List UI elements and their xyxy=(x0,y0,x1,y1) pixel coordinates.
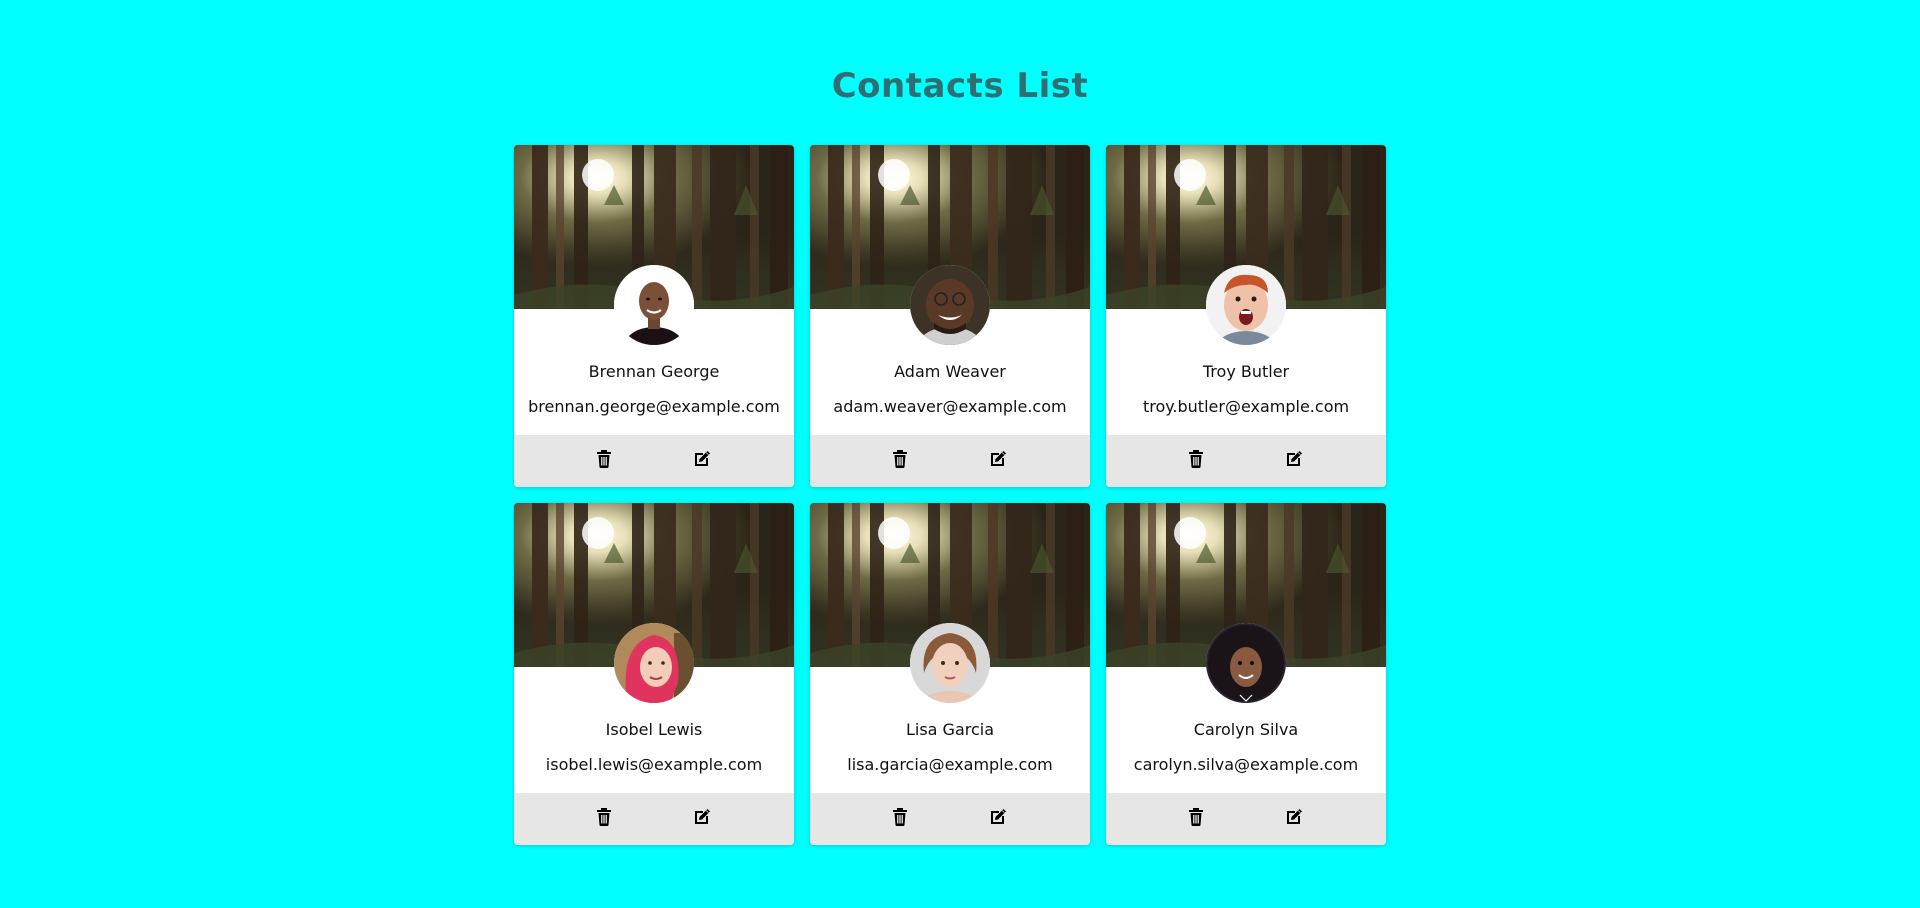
contact-email: isobel.lewis@example.com xyxy=(545,755,763,774)
contact-email: carolyn.silva@example.com xyxy=(1133,755,1359,774)
edit-contact-button[interactable] xyxy=(690,449,714,473)
contact-email: adam.weaver@example.com xyxy=(833,397,1067,416)
delete-contact-button[interactable] xyxy=(592,807,616,831)
man-redhair-avatar xyxy=(1206,265,1286,345)
contact-email: lisa.garcia@example.com xyxy=(847,755,1053,774)
contact-name: Troy Butler xyxy=(1202,362,1290,381)
trash-icon xyxy=(892,808,908,830)
contact-email: troy.butler@example.com xyxy=(1142,397,1350,416)
edit-icon xyxy=(1285,808,1303,830)
contact-card: Isobel Lewis isobel.lewis@example.com xyxy=(514,503,794,845)
edit-contact-button[interactable] xyxy=(1282,807,1306,831)
card-actions-bar xyxy=(514,793,794,845)
delete-contact-button[interactable] xyxy=(1184,449,1208,473)
edit-contact-button[interactable] xyxy=(1282,449,1306,473)
card-actions-bar xyxy=(514,435,794,487)
contact-name: Carolyn Silva xyxy=(1193,720,1299,739)
trash-icon xyxy=(1188,450,1204,472)
card-actions-bar xyxy=(810,435,1090,487)
delete-contact-button[interactable] xyxy=(888,449,912,473)
edit-icon xyxy=(693,450,711,472)
woman-curlyhair-avatar xyxy=(1206,623,1286,703)
card-actions-bar xyxy=(1106,793,1386,845)
card-actions-bar xyxy=(1106,435,1386,487)
card-actions-bar xyxy=(810,793,1090,845)
edit-icon xyxy=(989,450,1007,472)
contacts-grid: Brennan George brennan.george@example.co… xyxy=(514,145,1386,845)
edit-icon xyxy=(1285,450,1303,472)
contact-name: Lisa Garcia xyxy=(905,720,995,739)
page: Contacts List Brennan George brennan.geo… xyxy=(0,0,1920,908)
man-bald-avatar xyxy=(614,265,694,345)
delete-contact-button[interactable] xyxy=(592,449,616,473)
contact-card: Troy Butler troy.butler@example.com xyxy=(1106,145,1386,487)
contact-email: brennan.george@example.com xyxy=(528,397,780,416)
trash-icon xyxy=(1188,808,1204,830)
woman-brownhair-avatar xyxy=(910,623,990,703)
contact-name: Adam Weaver xyxy=(894,362,1006,381)
page-title: Contacts List xyxy=(831,66,1089,106)
trash-icon xyxy=(596,450,612,472)
edit-contact-button[interactable] xyxy=(690,807,714,831)
edit-contact-button[interactable] xyxy=(986,449,1010,473)
trash-icon xyxy=(596,808,612,830)
edit-icon xyxy=(693,808,711,830)
contact-name: Brennan George xyxy=(588,362,720,381)
delete-contact-button[interactable] xyxy=(888,807,912,831)
delete-contact-button[interactable] xyxy=(1184,807,1208,831)
woman-pinkhair-avatar xyxy=(614,623,694,703)
man-glasses-avatar xyxy=(910,265,990,345)
contact-name: Isobel Lewis xyxy=(605,720,703,739)
contact-card: Lisa Garcia lisa.garcia@example.com xyxy=(810,503,1090,845)
contact-card: Carolyn Silva carolyn.silva@example.com xyxy=(1106,503,1386,845)
contact-card: Brennan George brennan.george@example.co… xyxy=(514,145,794,487)
edit-contact-button[interactable] xyxy=(986,807,1010,831)
trash-icon xyxy=(892,450,908,472)
edit-icon xyxy=(989,808,1007,830)
contact-card: Adam Weaver adam.weaver@example.com xyxy=(810,145,1090,487)
